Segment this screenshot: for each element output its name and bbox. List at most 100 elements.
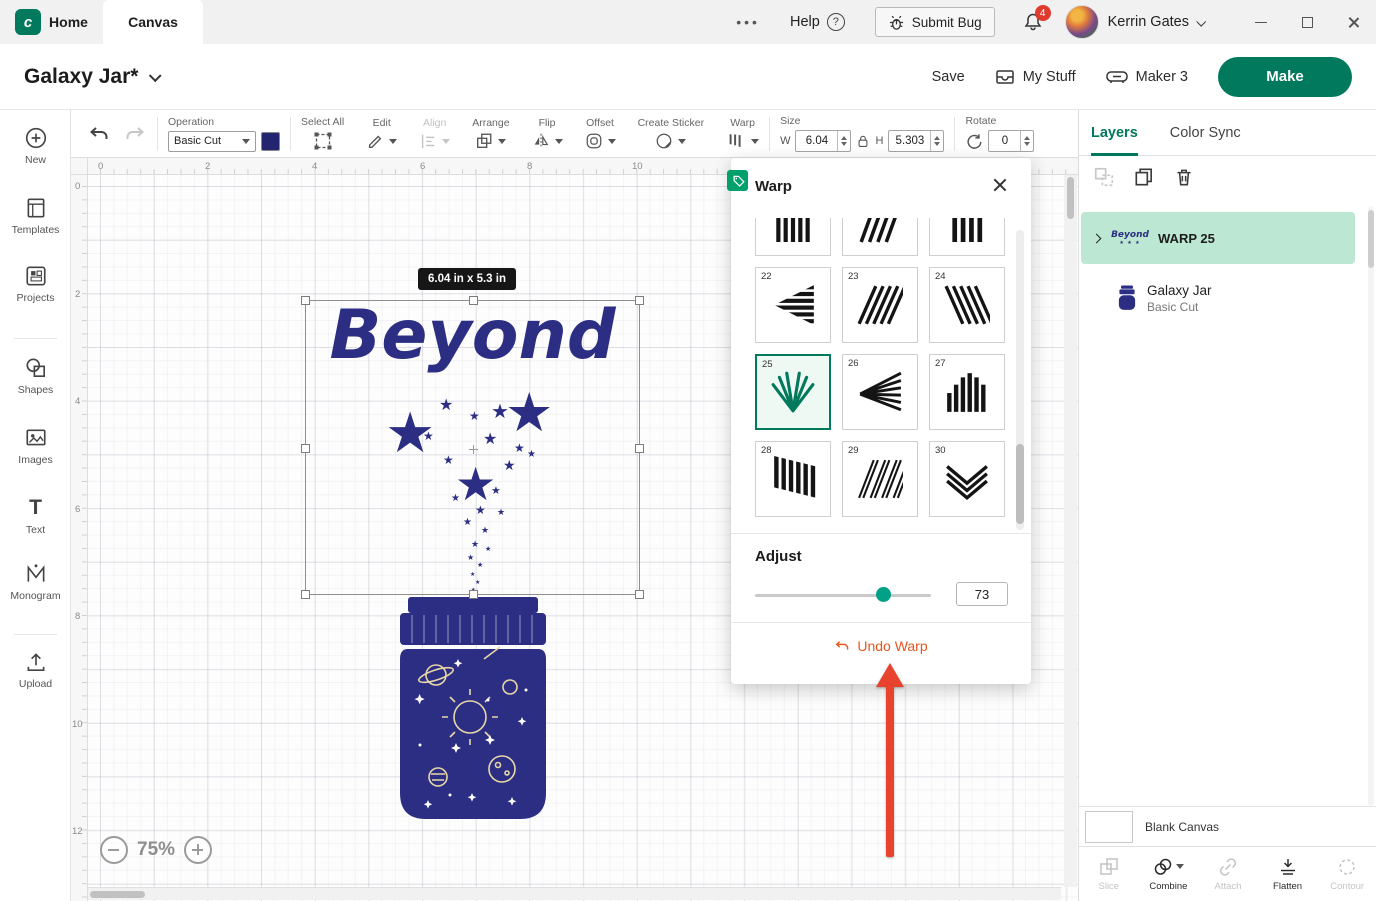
- scrollbar-thumb[interactable]: [1016, 444, 1024, 524]
- lock-icon[interactable]: [856, 133, 870, 149]
- adjust-slider[interactable]: [755, 587, 931, 603]
- sidebar-item-shapes[interactable]: Shapes: [0, 356, 71, 396]
- warp-style-30[interactable]: 30: [929, 441, 1005, 517]
- width-field[interactable]: 6.04: [795, 130, 851, 152]
- zoom-out-button[interactable]: [100, 836, 128, 864]
- layer-row-galaxy-jar[interactable]: Galaxy Jar Basic Cut: [1081, 270, 1355, 326]
- operation-select[interactable]: Basic Cut: [168, 131, 256, 152]
- warp-style-grid: 22 23 24 25 26 27: [755, 218, 1007, 517]
- selection-handle[interactable]: [635, 590, 644, 599]
- select-all-button[interactable]: Select All: [301, 116, 344, 151]
- save-button[interactable]: Save: [932, 69, 965, 85]
- tab-color-sync[interactable]: Color Sync: [1170, 110, 1241, 156]
- warp-menu[interactable]: Warp: [726, 117, 759, 150]
- warp-style-28[interactable]: 28: [755, 441, 831, 517]
- undo-button[interactable]: [87, 122, 111, 146]
- sidebar-item-projects[interactable]: Projects: [0, 264, 71, 304]
- selection-handle[interactable]: [301, 590, 310, 599]
- canvas-vertical-scrollbar[interactable]: [1064, 175, 1077, 887]
- slider-track[interactable]: [755, 594, 931, 597]
- selection-handle[interactable]: [469, 296, 478, 305]
- maximize-button[interactable]: [1284, 0, 1330, 44]
- canvas-tab[interactable]: Canvas: [103, 0, 203, 44]
- sidebar-item-images[interactable]: Images: [0, 426, 71, 466]
- warp-style-tile-partial[interactable]: [929, 218, 1005, 256]
- warp-style-25-selected[interactable]: 25: [755, 354, 831, 430]
- selection-handle[interactable]: [635, 296, 644, 305]
- sidebar-item-text[interactable]: Text: [0, 496, 71, 536]
- edit-toolbar: Operation Basic Cut Select All Edit: [71, 110, 1078, 158]
- selection-handle[interactable]: [469, 590, 478, 599]
- sidebar-item-new[interactable]: New: [0, 126, 71, 166]
- selection-handle[interactable]: [301, 444, 310, 453]
- flatten-button[interactable]: Flatten: [1258, 847, 1318, 901]
- ruler-corner: [71, 158, 88, 175]
- selection-handle[interactable]: [635, 444, 644, 453]
- scrollbar-thumb[interactable]: [1067, 177, 1074, 219]
- user-menu[interactable]: Kerrin Gates: [1108, 14, 1204, 30]
- project-title-menu[interactable]: Galaxy Jar*: [24, 65, 159, 89]
- machine-icon: [1106, 69, 1128, 85]
- overflow-menu-icon[interactable]: •••: [736, 14, 760, 30]
- duplicate-button[interactable]: [1133, 166, 1155, 188]
- machine-selector[interactable]: Maker 3: [1106, 69, 1188, 85]
- rotate-field[interactable]: 0: [988, 130, 1034, 152]
- help-menu[interactable]: Help ?: [790, 13, 845, 31]
- warp-style-23[interactable]: 23: [842, 267, 918, 343]
- warp-icon: [726, 132, 746, 150]
- create-sticker-menu[interactable]: Create Sticker: [638, 117, 705, 150]
- warp-style-26[interactable]: 26: [842, 354, 918, 430]
- minimize-button[interactable]: [1238, 0, 1284, 44]
- warp-style-24[interactable]: 24: [929, 267, 1005, 343]
- blank-canvas-row[interactable]: Blank Canvas: [1079, 806, 1376, 846]
- tab-layers[interactable]: Layers: [1091, 110, 1138, 156]
- my-stuff-button[interactable]: My Stuff: [995, 68, 1076, 86]
- galaxy-jar-graphic[interactable]: [398, 595, 548, 823]
- attach-icon: [1218, 857, 1238, 877]
- vertical-ruler: 0 2 4 6 8 10 12: [71, 175, 88, 901]
- edit-menu[interactable]: Edit: [366, 117, 397, 150]
- adjust-value-field[interactable]: 73: [956, 582, 1008, 606]
- flip-menu[interactable]: Flip: [532, 117, 563, 150]
- chevron-right-icon[interactable]: [1092, 233, 1102, 243]
- select-similar-button[interactable]: [1093, 166, 1115, 188]
- submit-bug-button[interactable]: Submit Bug: [875, 7, 995, 37]
- combine-button[interactable]: Combine: [1139, 847, 1199, 901]
- arrange-menu[interactable]: Arrange: [472, 117, 509, 150]
- warp-style-27[interactable]: 27: [929, 354, 1005, 430]
- offset-menu[interactable]: Offset: [585, 117, 616, 150]
- rotate-icon[interactable]: [965, 132, 983, 150]
- layers-scrollbar[interactable]: [1368, 206, 1374, 806]
- user-avatar[interactable]: [1065, 5, 1099, 39]
- warp-style-22[interactable]: 22: [755, 267, 831, 343]
- layer-row-warp-25[interactable]: Beyond WARP 25: [1081, 212, 1355, 264]
- width-stepper[interactable]: [837, 131, 850, 151]
- scrollbar-thumb[interactable]: [1368, 210, 1374, 268]
- home-tab[interactable]: c Home: [0, 0, 103, 44]
- height-stepper[interactable]: [930, 131, 943, 151]
- slider-knob[interactable]: [876, 587, 891, 602]
- warp-style-29[interactable]: 29: [842, 441, 918, 517]
- warp-style-tile-partial[interactable]: [842, 218, 918, 256]
- warp-style-tile-partial[interactable]: [755, 218, 831, 256]
- sidebar-item-templates[interactable]: Templates: [0, 196, 71, 236]
- scrollbar-thumb[interactable]: [90, 891, 145, 898]
- canvas-horizontal-scrollbar[interactable]: [88, 887, 1061, 900]
- project-title: Galaxy Jar*: [24, 65, 138, 89]
- warp-panel-scrollbar[interactable]: [1016, 230, 1024, 530]
- make-button[interactable]: Make: [1218, 57, 1352, 97]
- height-field[interactable]: 5.303: [888, 130, 944, 152]
- undo-warp-button[interactable]: Undo Warp: [731, 638, 1031, 654]
- notifications-bell[interactable]: 4: [1023, 12, 1043, 32]
- color-swatch[interactable]: [261, 132, 280, 151]
- rotate-stepper[interactable]: [1020, 131, 1033, 151]
- shapes-icon: [24, 356, 48, 380]
- sidebar-item-upload[interactable]: Upload: [0, 650, 71, 690]
- close-button[interactable]: [1330, 0, 1376, 44]
- selection-handle[interactable]: [301, 296, 310, 305]
- redo-button[interactable]: [123, 122, 147, 146]
- sidebar-item-monogram[interactable]: Monogram: [0, 562, 71, 602]
- zoom-in-button[interactable]: [184, 836, 212, 864]
- delete-button[interactable]: [1173, 166, 1195, 188]
- warp-panel-close-button[interactable]: [991, 176, 1009, 194]
